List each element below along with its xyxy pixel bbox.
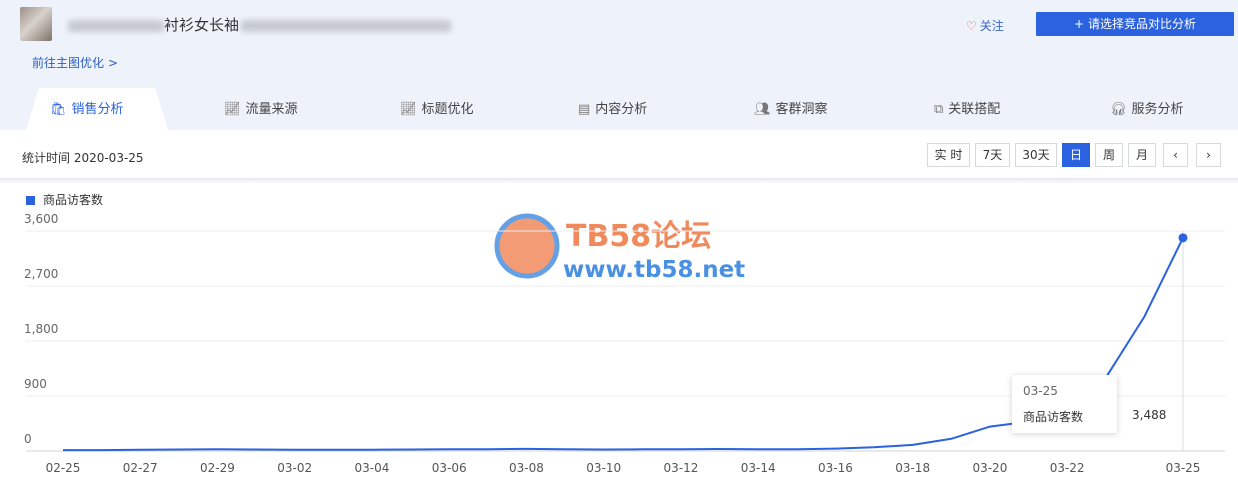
x-tick-label: 03-08	[509, 461, 544, 475]
y-tick-label: 1,800	[24, 322, 58, 336]
tooltip-label: 商品访客数	[1023, 410, 1084, 424]
data-point	[1178, 233, 1188, 243]
x-tick-label: 03-22	[1050, 461, 1085, 475]
x-tick-label: 03-12	[663, 461, 698, 475]
x-tick-label: 03-04	[355, 461, 390, 475]
watermark-text: TB58论坛	[566, 219, 711, 254]
y-tick-label: 2,700	[24, 267, 58, 281]
x-tick-label: 03-18	[895, 461, 930, 475]
y-tick-label: 3,600	[24, 212, 58, 226]
x-tick-label: 02-25	[46, 461, 81, 475]
watermark-logo-icon	[494, 213, 560, 279]
x-tick-label: 03-25	[1166, 461, 1201, 475]
tooltip-date: 03-25	[1023, 384, 1058, 398]
x-tick-label: 02-29	[200, 461, 235, 475]
watermark-url: www.tb58.net	[563, 257, 745, 283]
x-tick-label: 03-16	[818, 461, 853, 475]
x-tick-label: 03-02	[277, 461, 312, 475]
x-tick-label: 03-06	[432, 461, 467, 475]
tooltip-value: 3,488	[1132, 408, 1167, 422]
x-tick-label: 03-14	[741, 461, 776, 475]
y-tick-label: 900	[24, 377, 47, 391]
y-tick-label: 0	[24, 432, 32, 446]
x-tick-label: 02-27	[123, 461, 158, 475]
x-tick-label: 03-10	[586, 461, 621, 475]
x-tick-label: 03-20	[972, 461, 1007, 475]
chart-tooltip: 03-25 商品访客数 3,488	[1012, 375, 1166, 433]
